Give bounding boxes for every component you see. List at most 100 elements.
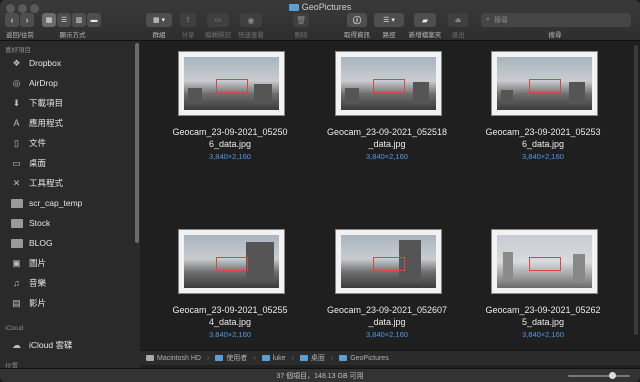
list-icon: ☰ — [60, 17, 68, 24]
eject-button[interactable]: ⏏ — [448, 13, 468, 27]
file-dimensions: 3,840×2,160 — [209, 152, 251, 161]
sidebar-item-music[interactable]: ♫ 音樂 — [0, 274, 134, 292]
file-name: Geocam_23-09-2021_05250 6_data.jpg — [160, 126, 300, 150]
path-crumb-label: 桌面 — [310, 355, 325, 362]
sidebar-item-label: 桌面 — [29, 158, 47, 168]
preview-label: 快速查看 — [238, 32, 264, 39]
view-label: 顯示方式 — [59, 32, 86, 39]
delete-button[interactable]: 🗑 — [293, 13, 309, 27]
sidebar: 喜好項目 ❖ Dropbox ◎ AirDrop ⬇ 下載項目 A 應用程式 ▯ 文件 ▭… — [0, 41, 140, 368]
status-text: 37 個項目，148.13 GB 可用 — [276, 373, 364, 380]
search-input[interactable]: ⌕ 搜尋 — [481, 13, 631, 27]
chevron-right-icon: › — [25, 15, 29, 25]
sidebar-item-movies[interactable]: ▤ 影片 — [0, 294, 134, 312]
share-label: 分享 — [181, 32, 195, 39]
new-folder-label: 新增檔案夾 — [408, 32, 442, 39]
icloud-header: iCloud — [5, 325, 24, 332]
file-grid: Geocam_23-09-2021_05250 6_data.jpg 3,840×… — [140, 41, 640, 350]
sidebar-item-label: scr_cap_temp — [29, 198, 83, 208]
path-crumb-label: Macintosh HD — [157, 354, 201, 362]
tags-button[interactable]: ▭ — [207, 13, 229, 27]
content-scrollbar[interactable] — [634, 45, 638, 335]
path-crumb-label: luke — [272, 354, 286, 362]
icon-size-slider[interactable] — [568, 375, 630, 377]
view-columns-button[interactable]: ▥ — [72, 13, 86, 27]
grid-icon: ▦ — [45, 17, 53, 24]
group-button[interactable]: ▦ ▾ — [146, 13, 172, 27]
file-name-line1: Geocam_23-09-2021_05250 — [172, 127, 288, 137]
file-name-line1: Geocam_23-09-2021_05255 — [172, 305, 288, 315]
file-name-line2: 6_data.jpg — [208, 139, 252, 149]
tag-icon: ▭ — [214, 17, 222, 24]
view-icons-button[interactable]: ▦ — [42, 13, 56, 27]
folder-icon — [10, 238, 23, 249]
path-crumb-label: GeoPictures — [350, 354, 389, 362]
view-gallery-button[interactable]: ▬ — [87, 13, 101, 27]
sidebar-item-pictures[interactable]: ▣ 圖片 — [0, 254, 134, 272]
tools-icon: ✕ — [12, 177, 21, 188]
file-name: Geocam_23-09-2021_05255 4_data.jpg — [160, 304, 300, 328]
group-icon: ▦ ▾ — [152, 17, 166, 24]
file-name-line1: Geocam_23-09-2021_05262 — [485, 305, 601, 315]
sidebar-item-desktop[interactable]: ▭ 桌面 — [0, 154, 134, 172]
path-icon: ☰ ▾ — [383, 17, 395, 24]
sidebar-item-dropbox[interactable]: ❖ Dropbox — [0, 54, 134, 72]
forward-button[interactable]: › — [20, 13, 34, 27]
sidebar-item-label: 影片 — [29, 298, 47, 308]
sidebar-item-label: 下載項目 — [29, 98, 64, 108]
folder-icon — [10, 218, 23, 229]
quicklook-button[interactable]: ◉ — [240, 13, 262, 27]
path-crumb-luke[interactable]: luke — [261, 354, 286, 362]
file-dimensions: 3,840×2,160 — [209, 330, 251, 339]
photo-icon: ▣ — [12, 257, 21, 268]
path-crumb-geopictures[interactable]: GeoPictures — [339, 355, 389, 362]
back-button[interactable]: ‹ — [5, 13, 19, 27]
path-separator-icon: › — [206, 354, 210, 362]
sidebar-scrollbar[interactable] — [135, 43, 139, 243]
new-folder-button[interactable]: ▰ — [414, 13, 436, 27]
sidebar-item-label: BLOG — [29, 238, 53, 248]
sidebar-item-stock[interactable]: Stock — [0, 214, 134, 232]
sidebar-item-label: AirDrop — [29, 78, 58, 88]
file-name-line2: _data.jpg — [368, 317, 406, 327]
file-thumbnail — [335, 229, 442, 294]
file-thumbnail — [335, 51, 442, 116]
path-crumb-users[interactable]: 使用者 — [215, 353, 247, 363]
sidebar-item-applications[interactable]: A 應用程式 — [0, 114, 134, 132]
locations-header: 位置 — [5, 363, 18, 368]
file-name: Geocam_23-09-2021_05253 6_data.jpg — [473, 126, 613, 150]
eject-label: 退出 — [451, 32, 465, 39]
file-thumbnail — [491, 51, 598, 116]
path-bar: Macintosh HD › 使用者 › luke › 桌面 › GeoPict… — [140, 350, 640, 365]
path-crumb-desktop[interactable]: 桌面 — [299, 353, 325, 363]
view-list-button[interactable]: ☰ — [57, 13, 71, 27]
path-crumb-macintosh-hd[interactable]: Macintosh HD — [146, 355, 201, 362]
sidebar-item-documents[interactable]: ▯ 文件 — [0, 134, 134, 152]
file-dimensions: 3,840×2,160 — [366, 152, 408, 161]
tags-label: 編輯標記 — [205, 32, 231, 39]
file-name-line2: 5_data.jpg — [521, 317, 565, 327]
hard-drive-icon — [146, 355, 154, 361]
sidebar-item-utilities[interactable]: ✕ 工具程式 — [0, 174, 134, 192]
status-bar: 37 個項目，148.13 GB 可用 — [0, 368, 640, 382]
icon-size-slider-knob[interactable] — [609, 372, 616, 379]
file-name: Geocam_23-09-2021_052518 _data.jpg — [317, 126, 457, 150]
sidebar-item-label: Stock — [29, 218, 51, 228]
toolbar: GeoPictures ‹ › 返回/往前 ▦ ☰ ▥ ▬ 顯示方式 ▦ ▾ 群… — [0, 0, 640, 41]
sidebar-item-label: 文件 — [29, 138, 47, 148]
file-thumbnail — [178, 51, 285, 116]
home-icon — [261, 355, 270, 361]
sidebar-item-icloud-drive[interactable]: ☁ iCloud 雲碟 — [0, 336, 134, 354]
sidebar-item-blog[interactable]: BLOG — [0, 234, 134, 252]
sidebar-item-airdrop[interactable]: ◎ AirDrop — [0, 74, 134, 92]
file-name-line1: Geocam_23-09-2021_05253 — [485, 127, 601, 137]
share-button[interactable]: ⇪ — [180, 13, 196, 27]
columns-icon: ▥ — [75, 17, 83, 24]
sidebar-item-downloads[interactable]: ⬇ 下載項目 — [0, 94, 134, 112]
eject-icon: ⏏ — [454, 17, 462, 24]
get-info-button[interactable]: ⓘ — [347, 13, 367, 27]
sidebar-item-scr-cap-temp[interactable]: scr_cap_temp — [0, 194, 134, 212]
info-label: 取得資訊 — [344, 32, 370, 39]
path-button[interactable]: ☰ ▾ — [374, 13, 404, 27]
window-title: GeoPictures — [0, 2, 640, 12]
